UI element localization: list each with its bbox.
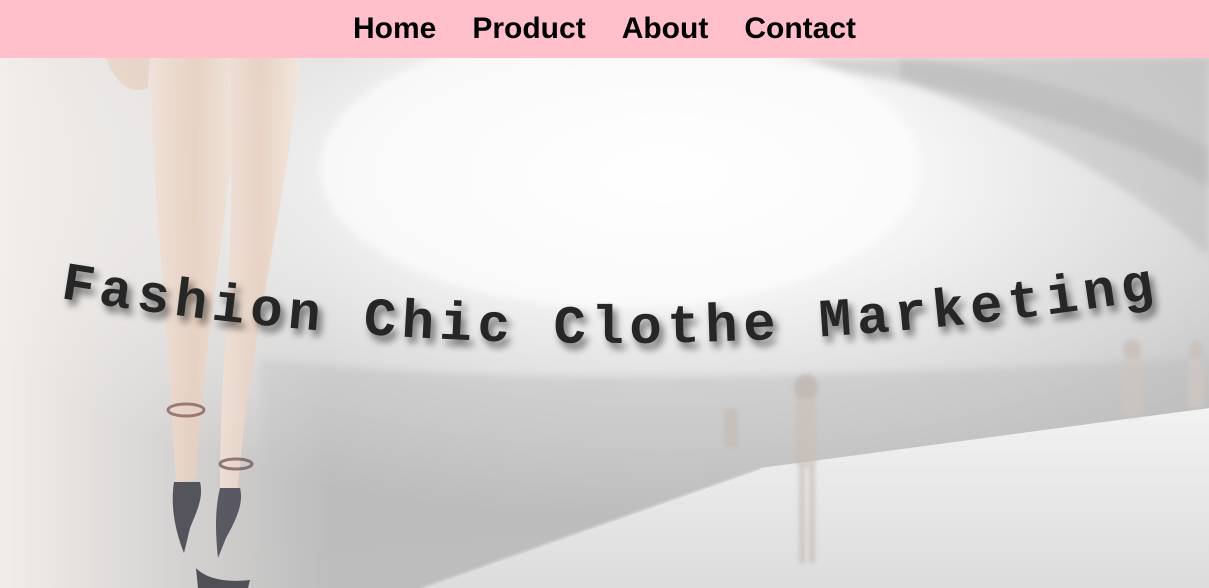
- hero-banner: Fashion Chic Clothe Marketing: [0, 58, 1209, 588]
- top-navigation-bar: Home Product About Contact: [0, 0, 1209, 58]
- page: Home Product About Contact Fashion Chic …: [0, 0, 1209, 588]
- nav-link-contact[interactable]: Contact: [744, 12, 856, 46]
- nav-link-product[interactable]: Product: [472, 12, 585, 46]
- nav-link-home[interactable]: Home: [353, 12, 436, 46]
- nav-link-about[interactable]: About: [622, 12, 709, 46]
- runway-background-image: [0, 58, 1209, 588]
